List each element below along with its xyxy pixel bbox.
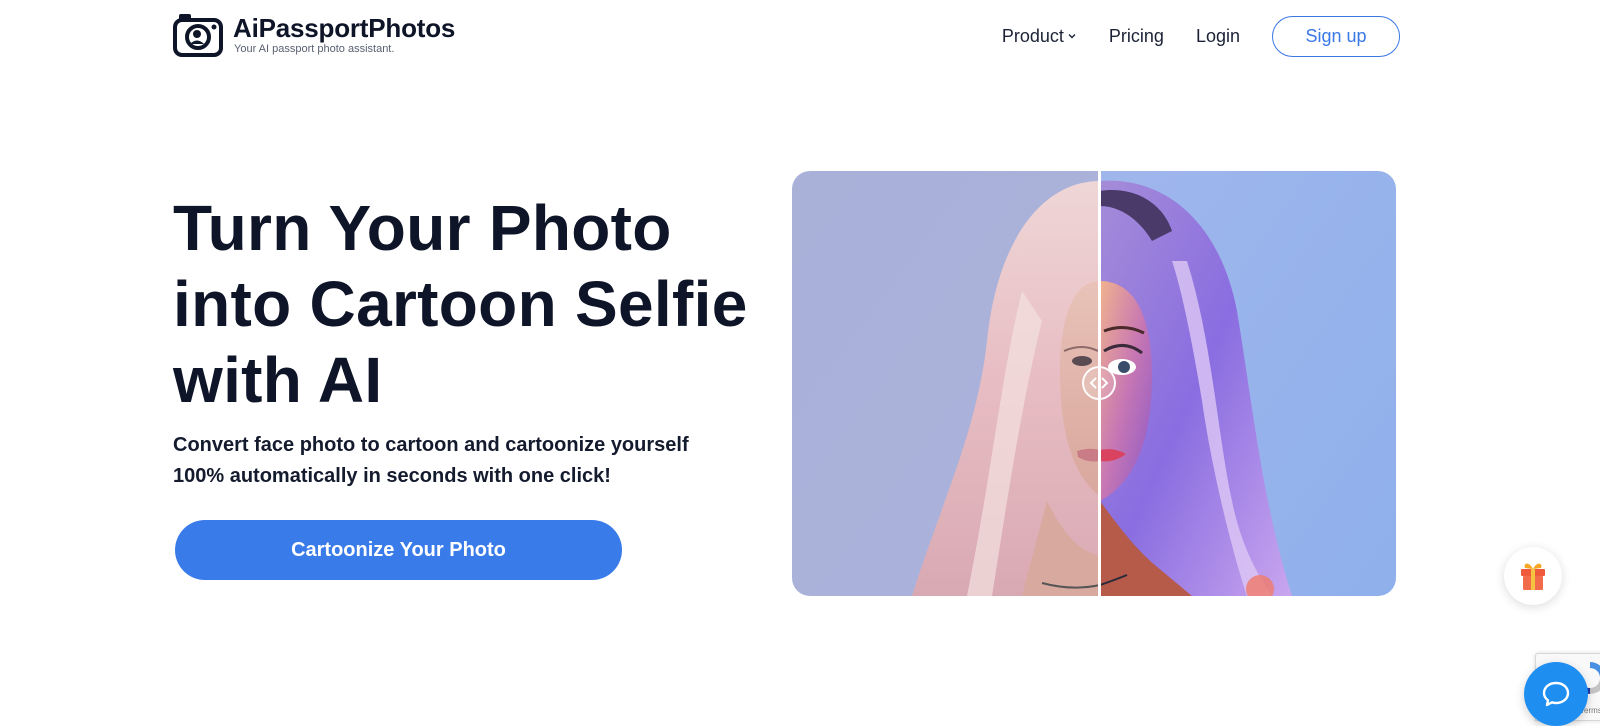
nav-item-product-label: Product — [1001, 25, 1064, 46]
camera-logo-icon — [173, 14, 223, 57]
brand-logo-link[interactable]: AiPassportPhotos Your AI passport photo … — [173, 13, 455, 57]
main-nav: Product Pricing Login Sign up — [1002, 15, 1400, 57]
gift-button[interactable] — [1504, 547, 1562, 605]
chevron-down-icon — [1068, 34, 1076, 39]
before-after-comparison[interactable] — [792, 171, 1396, 596]
compare-arrows-icon[interactable] — [1082, 366, 1116, 400]
nav-item-pricing[interactable]: Pricing — [1109, 26, 1164, 47]
brand-text: AiPassportPhotos Your AI passport photo … — [233, 15, 455, 55]
chat-bubble-icon — [1542, 681, 1570, 707]
site-header: AiPassportPhotos Your AI passport photo … — [0, 0, 1600, 72]
signup-button[interactable]: Sign up — [1272, 15, 1400, 57]
chat-launcher-button[interactable] — [1524, 662, 1588, 726]
brand-tagline: Your AI passport photo assistant. — [234, 43, 395, 55]
hero-title: Turn Your Photo into Cartoon Selfie with… — [173, 192, 748, 416]
brand-name: AiPassportPhotos — [233, 13, 456, 43]
nav-item-pricing-label: Pricing — [1108, 25, 1164, 46]
nav-item-product[interactable]: Product — [1002, 26, 1077, 47]
nav-item-login[interactable]: Login — [1196, 26, 1240, 47]
nav-item-login-label: Login — [1195, 25, 1240, 46]
gift-icon — [1521, 563, 1545, 590]
cartoonize-button[interactable]: Cartoonize Your Photo — [175, 520, 622, 580]
hero-subtitle: Convert face photo to cartoon and cartoo… — [173, 434, 689, 487]
